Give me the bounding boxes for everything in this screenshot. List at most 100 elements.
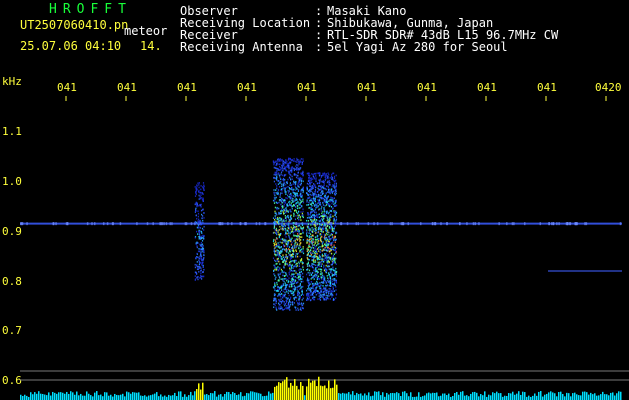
burst-pixel	[301, 196, 303, 198]
burst-pixel	[330, 271, 332, 273]
burst-pixel	[318, 174, 321, 177]
burst-pixel	[308, 284, 310, 286]
burst-pixel	[293, 167, 295, 170]
burst-pixel	[299, 183, 301, 186]
burst-pixel	[317, 196, 319, 198]
spectrum-bar	[136, 392, 138, 400]
burst-pixel	[295, 209, 297, 212]
burst-pixel	[330, 294, 332, 296]
burst-pixel	[200, 194, 202, 196]
burst-pixel	[293, 212, 295, 215]
burst-pixel	[280, 300, 282, 303]
burst-pixel	[331, 192, 333, 194]
burst-pixel	[328, 293, 330, 295]
burst-pixel	[310, 287, 312, 290]
burst-pixel	[293, 235, 295, 237]
burst-pixel	[324, 176, 326, 179]
burst-pixel	[301, 299, 303, 301]
burst-pixel	[287, 284, 289, 286]
carrier-speck	[239, 222, 241, 226]
burst-pixel	[283, 245, 285, 247]
burst-pixel	[328, 288, 330, 290]
spectrum-bar	[612, 392, 614, 400]
burst-pixel	[284, 215, 286, 217]
burst-pixel	[296, 161, 298, 163]
burst-pixel	[318, 295, 320, 297]
burst-pixel	[296, 192, 298, 195]
burst-pixel	[299, 206, 301, 209]
burst-pixel	[302, 174, 304, 177]
burst-pixel	[319, 185, 322, 188]
burst-pixel	[295, 206, 297, 208]
burst-pixel	[311, 277, 313, 279]
burst-pixel	[203, 238, 205, 240]
burst-pixel	[310, 236, 312, 238]
burst-pixel	[319, 273, 321, 275]
burst-pixel	[199, 195, 201, 198]
burst-pixel	[312, 287, 314, 290]
burst-pixel	[280, 203, 282, 206]
burst-pixel	[286, 290, 288, 293]
burst-pixel	[298, 214, 300, 216]
burst-pixel	[322, 216, 324, 218]
burst-pixel	[284, 295, 286, 298]
spectrum-bar	[458, 394, 460, 400]
spectrum-bar	[148, 395, 150, 400]
burst-pixel	[327, 175, 329, 178]
burst-pixel	[318, 209, 320, 211]
burst-pixel	[319, 282, 321, 284]
burst-pixel	[282, 274, 284, 277]
burst-pixel	[310, 177, 312, 180]
spectrum-bar	[608, 395, 610, 400]
burst-pixel	[277, 229, 279, 232]
burst-pixel	[331, 292, 333, 295]
burst-pixel	[287, 178, 289, 181]
spectrum-bar	[302, 385, 304, 400]
burst-pixel	[316, 278, 318, 281]
burst-pixel	[287, 307, 289, 309]
burst-pixel	[320, 176, 322, 178]
burst-pixel	[333, 193, 336, 195]
carrier-speck	[106, 222, 109, 226]
carrier-speck	[169, 222, 171, 226]
spectrum-bar	[204, 394, 206, 400]
burst-pixel	[307, 265, 309, 267]
burst-pixel	[302, 280, 304, 283]
burst-pixel	[196, 246, 198, 249]
burst-pixel	[277, 220, 279, 223]
spectrum-bar	[364, 393, 366, 400]
burst-pixel	[281, 250, 283, 253]
spectrum-bar	[482, 395, 484, 400]
burst-pixel	[335, 289, 337, 291]
burst-pixel	[325, 178, 327, 180]
burst-pixel	[308, 175, 310, 177]
burst-pixel	[293, 298, 295, 301]
carrier-speck	[576, 222, 578, 226]
burst-pixel	[332, 207, 334, 210]
spectrum-bar	[76, 391, 78, 400]
burst-pixel	[334, 284, 336, 287]
burst-pixel	[287, 227, 289, 229]
burst-pixel	[313, 228, 315, 230]
burst-pixel	[298, 238, 300, 240]
burst-pixel	[285, 211, 287, 214]
carrier-speck	[548, 222, 550, 226]
burst-pixel	[289, 309, 291, 311]
burst-pixel	[312, 266, 314, 269]
burst-pixel	[288, 223, 290, 225]
spectrum-bar	[212, 393, 214, 400]
burst-pixel	[296, 205, 298, 207]
burst-pixel	[274, 221, 276, 224]
burst-pixel	[289, 200, 291, 203]
burst-pixel	[312, 220, 314, 222]
burst-pixel	[295, 253, 297, 255]
burst-pixel	[197, 242, 199, 244]
burst-pixel	[314, 189, 316, 191]
spectrum-bar	[86, 391, 88, 400]
burst-pixel	[324, 249, 326, 251]
burst-pixel	[314, 208, 316, 211]
burst-pixel	[285, 236, 287, 238]
burst-pixel	[199, 244, 202, 247]
burst-pixel	[329, 200, 331, 203]
burst-pixel	[330, 188, 332, 191]
